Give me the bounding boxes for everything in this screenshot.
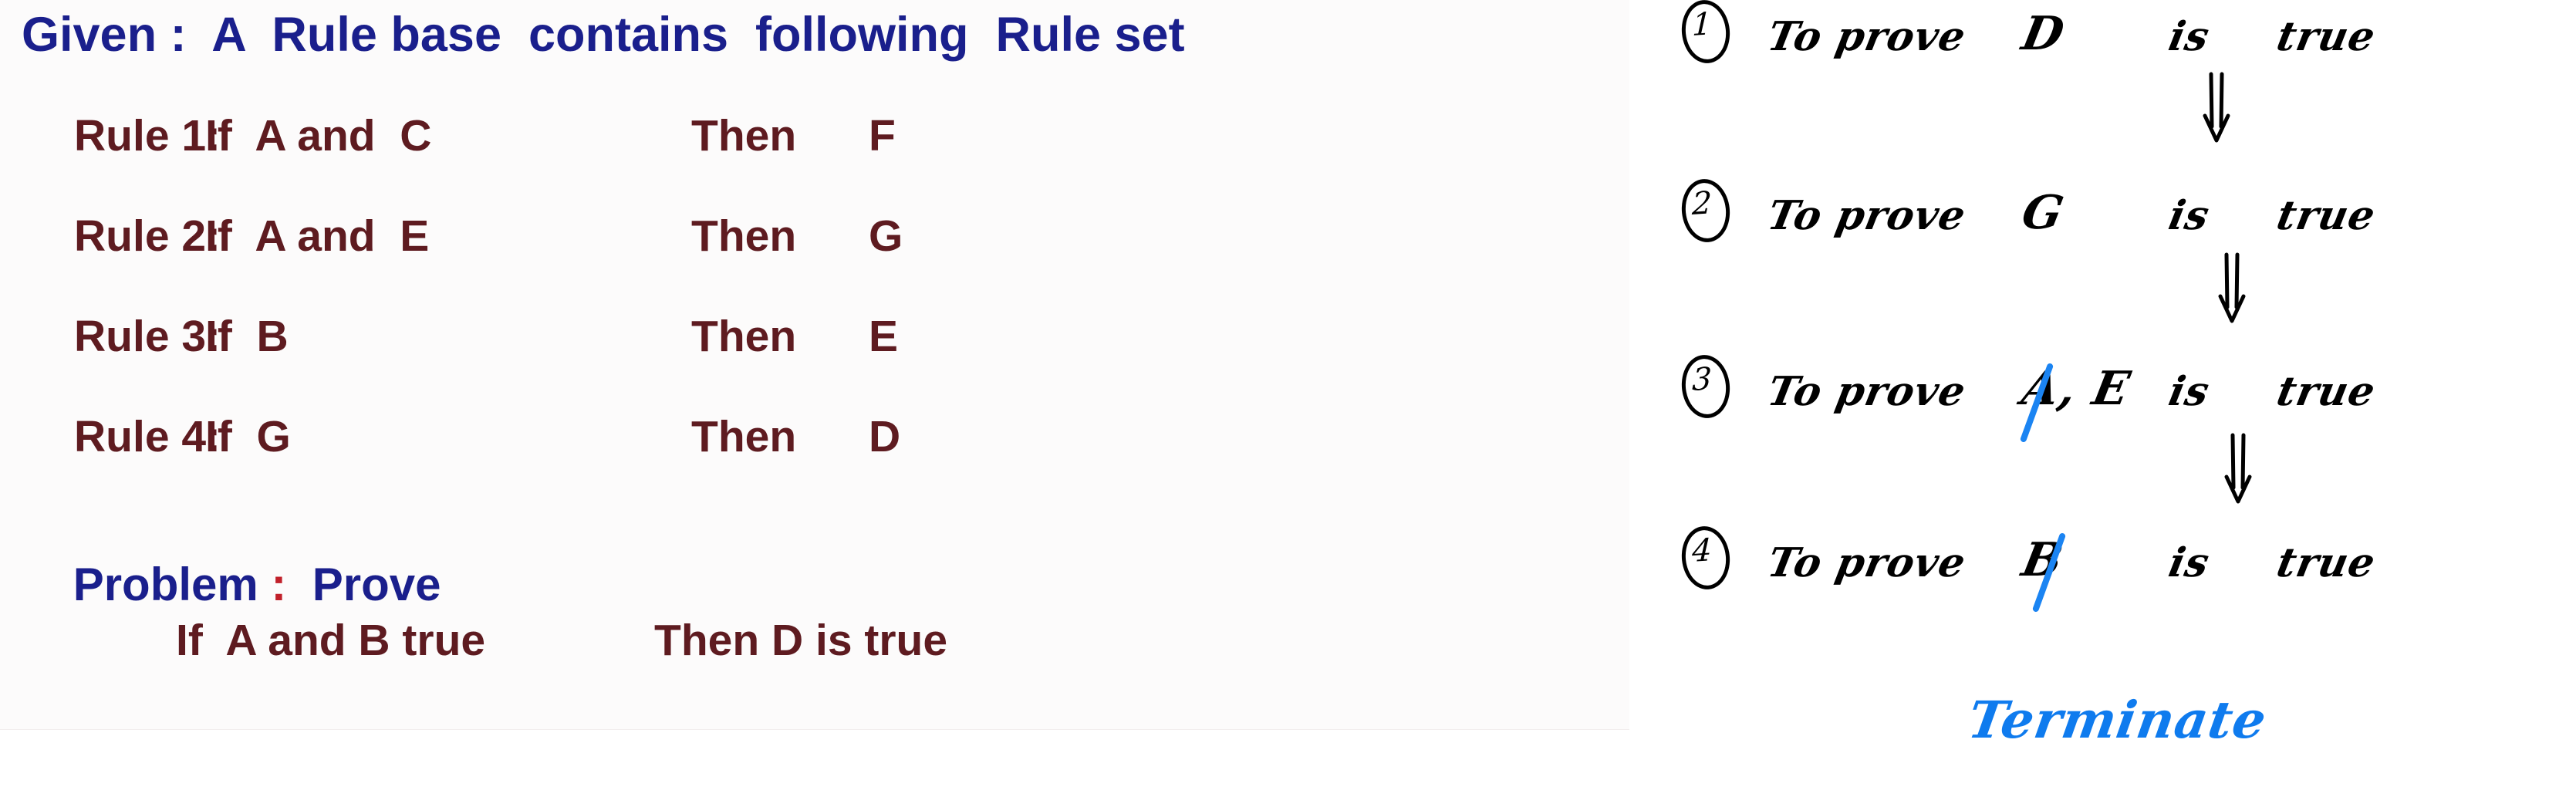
step-number-badge: 1 <box>1676 0 1736 67</box>
rule-antecedent: If G <box>205 412 291 461</box>
list-item: 4 To prove B is true <box>1629 523 2576 613</box>
is-label: is <box>2165 192 2214 239</box>
step-number-badge: 2 <box>1676 176 1736 246</box>
rule-then-label: Then <box>691 312 797 361</box>
rule-label: Rule 1: <box>74 111 221 160</box>
rule-then-label: Then <box>691 211 797 261</box>
double-down-arrow-icon <box>2200 71 2236 145</box>
is-label: is <box>2165 368 2214 415</box>
double-down-arrow-icon <box>2222 432 2257 506</box>
rule-consequent: D <box>869 412 901 461</box>
rule-then-label: Then <box>691 111 797 160</box>
rule-antecedent: If A and E <box>205 211 430 261</box>
handwritten-annotation-panel: 1 To prove D is true 2 To prove G is tru… <box>1629 0 2576 772</box>
rule-label: Rule 3: <box>74 312 221 361</box>
goal-consequent: Then D is true <box>654 616 948 665</box>
step-number: 4 <box>1691 532 1713 570</box>
list-item: 2 To prove G is true <box>1629 176 2576 264</box>
problem-colon: : <box>271 559 287 610</box>
slide-panel: Given : A Rule base contains following R… <box>0 0 1629 730</box>
slide-heading: Given : A Rule base contains following R… <box>22 8 1185 62</box>
true-label: true <box>2273 368 2380 415</box>
terminate-annotation: Terminate <box>1963 690 2271 750</box>
to-prove-label: To prove <box>1764 539 1970 586</box>
goal-antecedent: If A and B true <box>176 616 486 665</box>
list-item: 1 To prove D is true <box>1629 0 2576 85</box>
true-label: true <box>2273 192 2380 239</box>
to-prove-label: To prove <box>1764 368 1970 415</box>
to-prove-label: To prove <box>1764 13 1970 60</box>
goal-row: If A and B true Then D is true <box>176 619 947 795</box>
true-label: true <box>2273 13 2380 60</box>
step-number: 3 <box>1691 361 1713 399</box>
problem-verb: Prove <box>312 559 441 610</box>
double-down-arrow-icon <box>2216 252 2251 326</box>
step-number: 2 <box>1691 185 1713 223</box>
rule-label: Rule 2: <box>74 211 221 261</box>
proposition-symbol: D <box>2017 7 2069 61</box>
rule-label: Rule 4: <box>74 412 221 461</box>
rule-antecedent: If A and C <box>205 111 432 160</box>
rule-consequent: G <box>869 211 903 261</box>
is-label: is <box>2165 539 2214 586</box>
to-prove-label: To prove <box>1764 192 1970 239</box>
problem-word: Problem <box>73 559 258 610</box>
rule-then-label: Then <box>691 412 797 461</box>
proposition-symbol: G <box>2017 186 2069 240</box>
step-number-badge: 4 <box>1676 523 1736 593</box>
list-item: 3 To prove A, E is true <box>1629 352 2576 444</box>
step-number-badge: 3 <box>1676 352 1736 422</box>
rule-antecedent: If B <box>205 312 289 361</box>
step-number: 1 <box>1691 6 1713 44</box>
is-label: is <box>2165 13 2214 60</box>
rule-consequent: F <box>869 111 896 160</box>
rule-consequent: E <box>869 312 899 361</box>
true-label: true <box>2273 539 2380 586</box>
